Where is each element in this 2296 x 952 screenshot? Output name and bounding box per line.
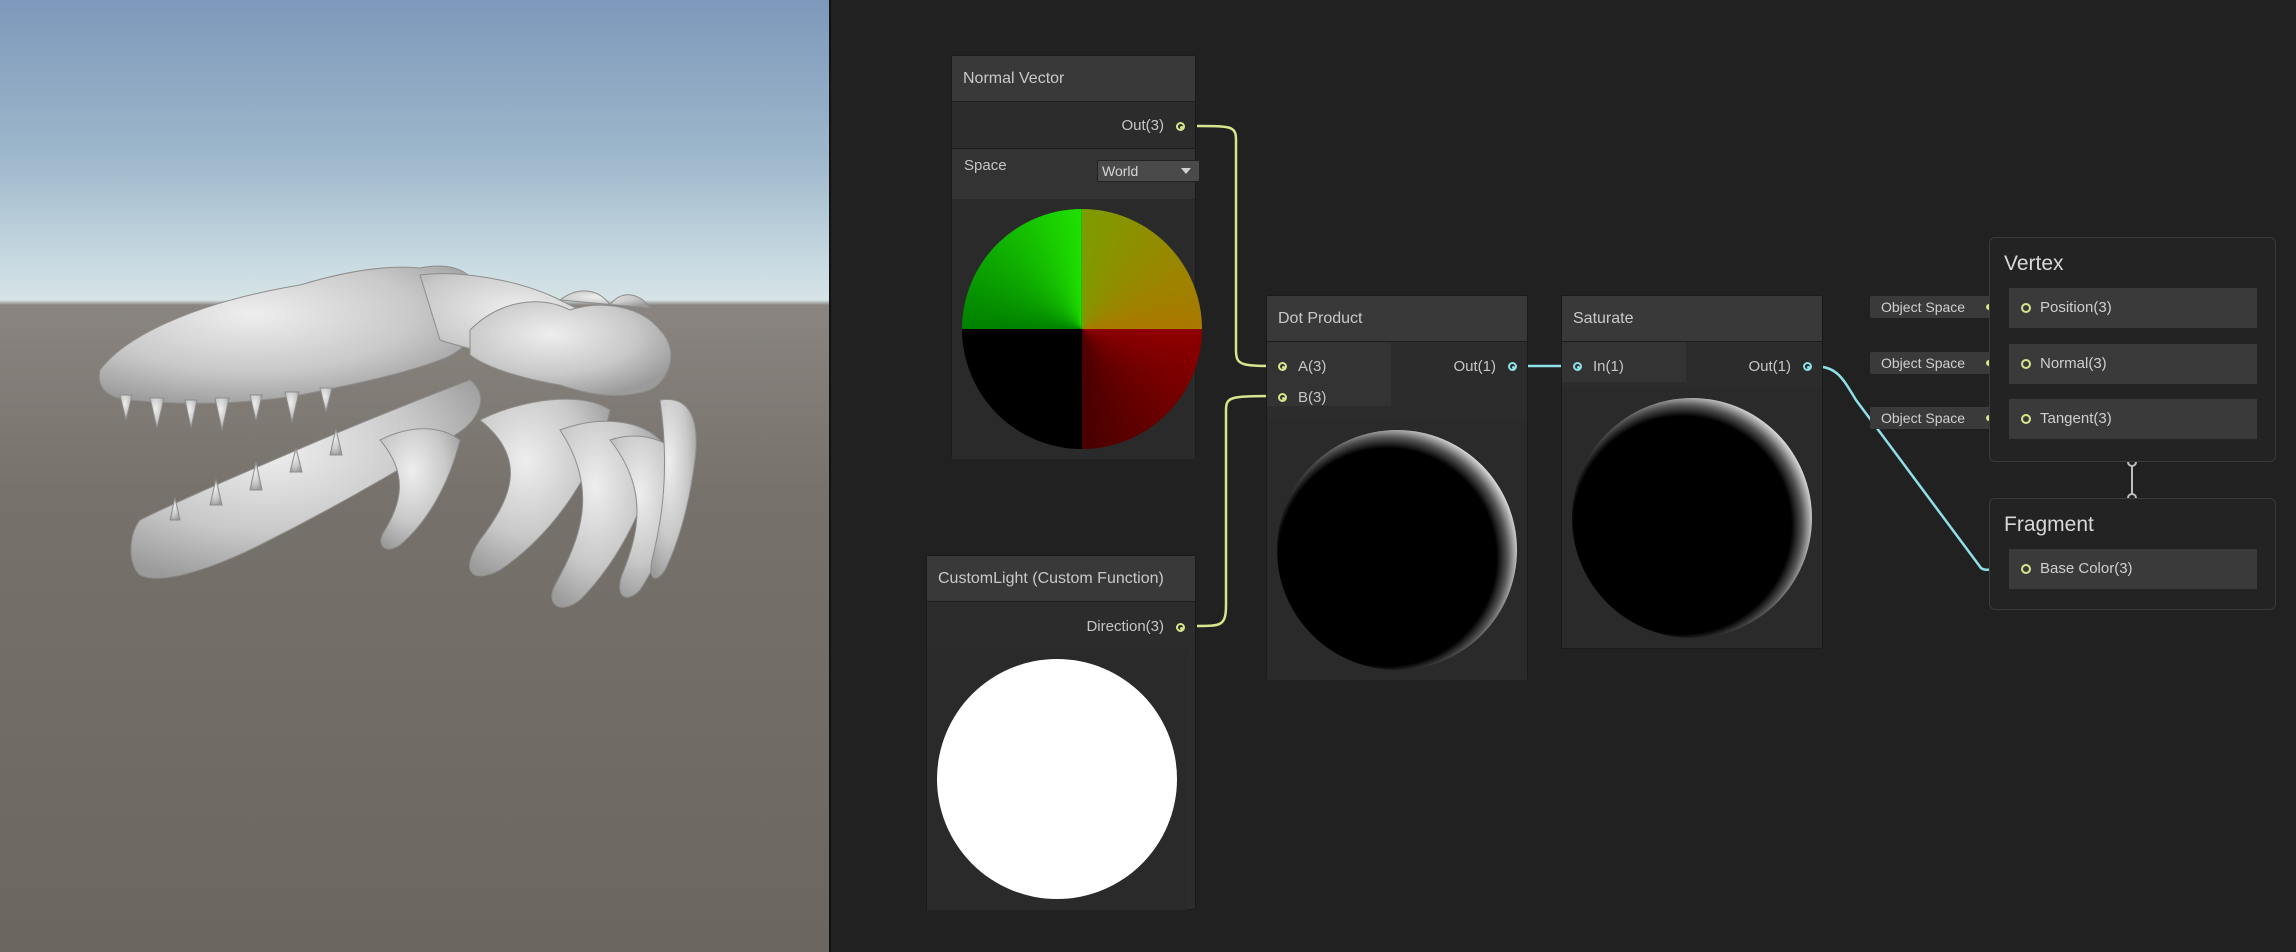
- normal-sphere-preview: [962, 209, 1202, 449]
- saturated-sphere-preview: [1572, 398, 1812, 638]
- normal-vector-out-port[interactable]: [1176, 122, 1185, 131]
- fragment-context[interactable]: Fragment Base Color(3): [1989, 498, 2276, 610]
- tangent-space-label: Object Space: [1881, 410, 1966, 426]
- custom-light-title: CustomLight (Custom Function): [927, 556, 1195, 602]
- vertex-context[interactable]: Vertex Position(3) Normal(3) Tangent(3): [1989, 237, 2276, 462]
- normal-label: Normal(3): [2040, 355, 2107, 372]
- normal-vector-preview: [952, 199, 1202, 459]
- normal-vector-node[interactable]: Normal Vector Out(3) Space World: [951, 55, 1202, 459]
- custom-light-node[interactable]: CustomLight (Custom Function) Direction(…: [926, 555, 1196, 910]
- position-block[interactable]: Position(3): [2009, 288, 2257, 328]
- saturate-out-label: Out(1): [1748, 358, 1791, 375]
- scene-viewport[interactable]: [0, 0, 829, 952]
- base-color-port[interactable]: [2021, 564, 2031, 574]
- saturate-out-port[interactable]: [1803, 362, 1812, 371]
- normal-vector-out-label: Out(3): [1121, 117, 1164, 134]
- tangent-block[interactable]: Tangent(3): [2009, 399, 2257, 439]
- base-color-block[interactable]: Base Color(3): [2009, 549, 2257, 589]
- dot-product-preview: [1267, 420, 1527, 680]
- custom-light-preview: [927, 649, 1187, 910]
- normal-vector-title: Normal Vector: [952, 56, 1195, 102]
- normal-block[interactable]: Normal(3): [2009, 344, 2257, 384]
- tangent-label: Tangent(3): [2040, 410, 2112, 427]
- saturate-preview: [1562, 388, 1822, 648]
- saturate-title: Saturate: [1562, 296, 1822, 342]
- position-space-label: Object Space: [1881, 299, 1966, 315]
- saturate-inputs: [1562, 342, 1686, 382]
- normal-port[interactable]: [2021, 359, 2031, 369]
- space-dropdown[interactable]: World: [1097, 160, 1200, 182]
- dot-product-b-port[interactable]: [1278, 393, 1287, 402]
- dot-product-node[interactable]: Dot Product A(3) B(3) Out(1): [1266, 295, 1528, 680]
- dot-product-out-label: Out(1): [1453, 358, 1496, 375]
- tangent-port[interactable]: [2021, 414, 2031, 424]
- dinosaur-skull-model: [98, 265, 697, 608]
- dot-product-a-port[interactable]: [1278, 362, 1287, 371]
- chevron-down-icon: [1181, 168, 1191, 174]
- saturate-in-label: In(1): [1593, 358, 1624, 375]
- space-label: Space: [964, 157, 1007, 174]
- dot-product-out-port[interactable]: [1508, 362, 1517, 371]
- dot-product-a-label: A(3): [1298, 358, 1327, 375]
- shader-graph-canvas[interactable]: Normal Vector Out(3) Space World CustomL…: [831, 0, 2296, 952]
- space-dropdown-value: World: [1102, 163, 1139, 179]
- custom-light-out-label: Direction(3): [1086, 618, 1164, 635]
- base-color-label: Base Color(3): [2040, 560, 2133, 577]
- normal-space-pill[interactable]: Object Space: [1870, 352, 2002, 374]
- tangent-space-pill[interactable]: Object Space: [1870, 407, 2002, 429]
- position-label: Position(3): [2040, 299, 2112, 316]
- fragment-title: Fragment: [2004, 513, 2094, 536]
- saturate-in-port[interactable]: [1573, 362, 1582, 371]
- lit-sphere-preview: [1277, 430, 1517, 670]
- custom-light-out-port[interactable]: [1176, 623, 1185, 632]
- vertex-title: Vertex: [2004, 252, 2064, 275]
- position-port[interactable]: [2021, 303, 2031, 313]
- position-space-pill[interactable]: Object Space: [1870, 296, 2002, 318]
- white-sphere-preview: [937, 659, 1177, 899]
- dot-product-title: Dot Product: [1267, 296, 1527, 342]
- dot-product-b-label: B(3): [1298, 389, 1327, 406]
- normal-space-label: Object Space: [1881, 355, 1966, 371]
- saturate-node[interactable]: Saturate In(1) Out(1): [1561, 295, 1823, 649]
